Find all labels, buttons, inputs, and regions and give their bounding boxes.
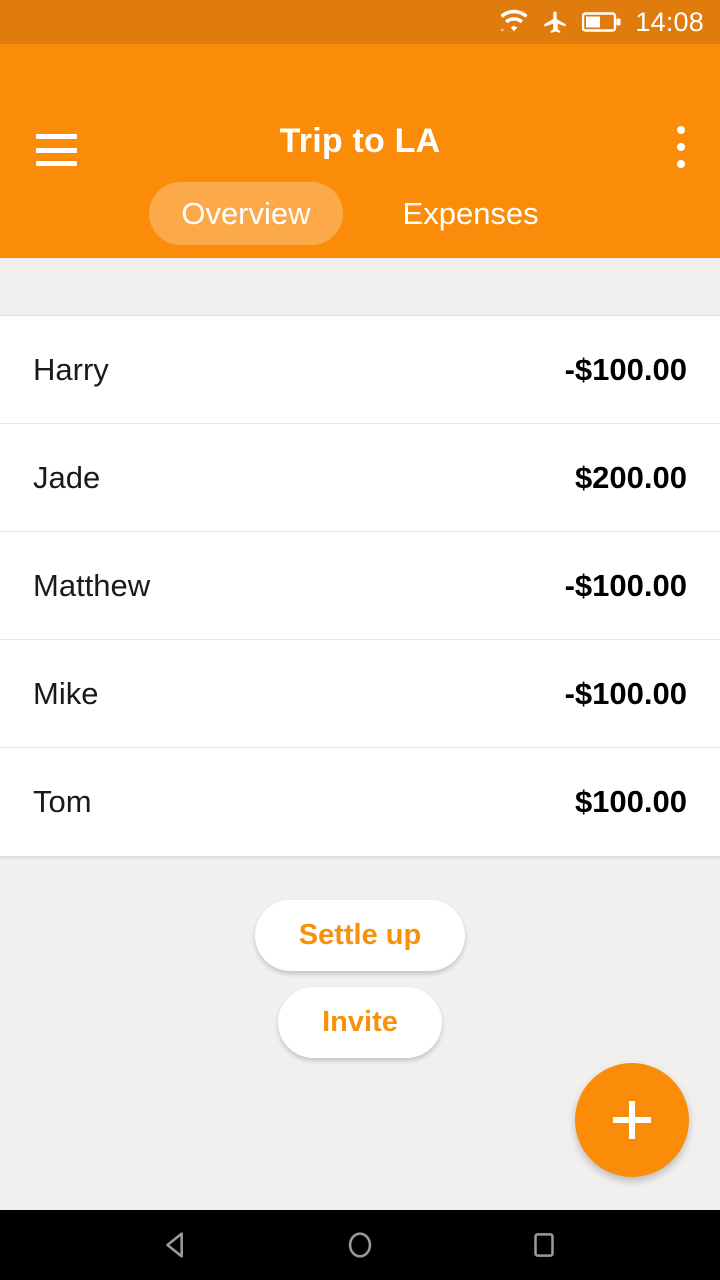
member-balance: $100.00 [574, 784, 687, 819]
action-button-group: Settle up Invite [0, 900, 720, 1058]
airplane-mode-icon [542, 9, 569, 36]
status-bar: 14:08 [0, 0, 720, 44]
back-triangle-icon[interactable] [144, 1213, 208, 1277]
app-bar: Trip to LA Overview Expenses [0, 44, 720, 258]
battery-icon [582, 11, 622, 33]
member-name: Mike [33, 675, 99, 711]
recents-square-icon[interactable] [512, 1213, 576, 1277]
member-name: Harry [33, 351, 109, 387]
system-navigation-bar [0, 1210, 720, 1280]
wifi-icon [499, 9, 529, 35]
overflow-menu-icon[interactable] [676, 126, 686, 168]
tab-bar: Overview Expenses [0, 168, 720, 258]
plus-icon [613, 1101, 651, 1139]
table-row[interactable]: Mike -$100.00 [0, 640, 720, 748]
status-bar-clock: 14:08 [635, 6, 704, 37]
table-row[interactable]: Harry -$100.00 [0, 316, 720, 424]
member-name: Tom [33, 784, 92, 819]
table-row[interactable]: Jade $200.00 [0, 424, 720, 532]
table-row[interactable]: Matthew -$100.00 [0, 532, 720, 640]
member-name: Jade [33, 459, 101, 495]
add-expense-fab[interactable] [575, 1063, 689, 1177]
list-header-spacer [0, 258, 720, 316]
tab-overview[interactable]: Overview [149, 181, 343, 245]
home-circle-icon[interactable] [328, 1213, 392, 1277]
page-title: Trip to LA [279, 122, 441, 160]
member-balance: $200.00 [574, 459, 687, 495]
member-balance: -$100.00 [564, 567, 687, 603]
member-name: Matthew [33, 567, 151, 603]
balance-list: Harry -$100.00 Jade $200.00 Matthew -$10… [0, 316, 720, 856]
invite-button[interactable]: Invite [278, 987, 442, 1058]
member-balance: -$100.00 [564, 675, 687, 711]
member-balance: -$100.00 [564, 351, 687, 387]
app-screen: 14:08 Trip to LA Overview Expenses Harry… [0, 0, 720, 1280]
table-row[interactable]: Tom $100.00 [0, 748, 720, 856]
settle-up-button[interactable]: Settle up [254, 900, 466, 971]
tab-expenses[interactable]: Expenses [371, 182, 571, 245]
